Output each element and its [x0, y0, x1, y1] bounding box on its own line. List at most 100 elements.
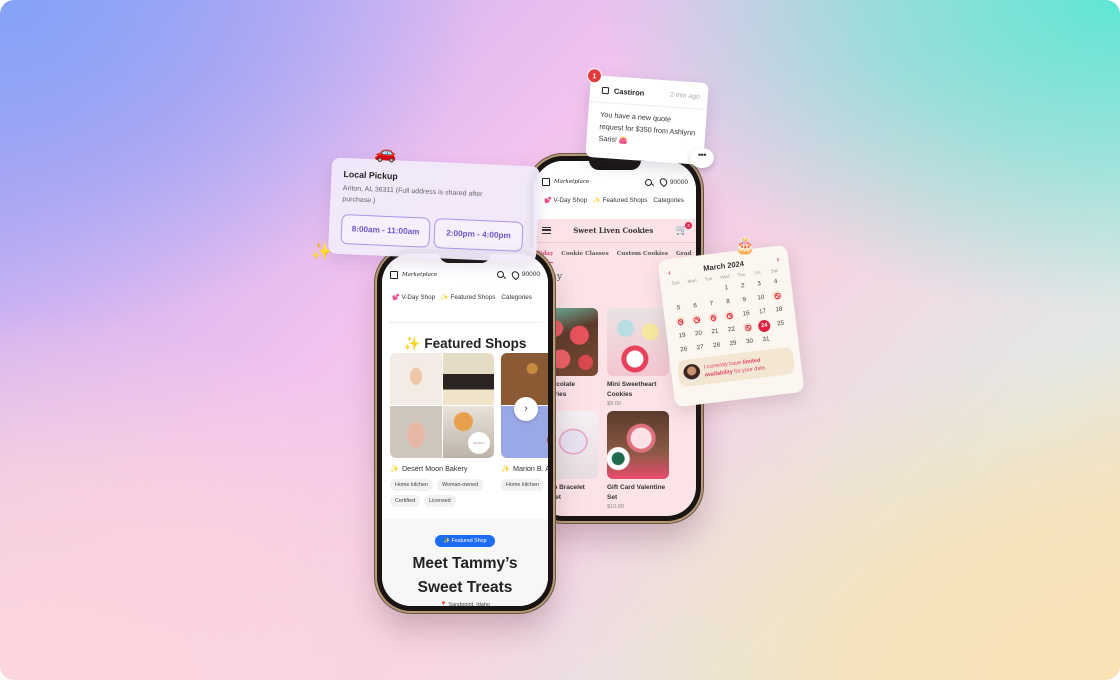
calendar-day[interactable]: 28 — [708, 339, 726, 352]
weekday-label: Sun — [671, 279, 680, 286]
shop-title: Sweet Liven Cookies — [573, 226, 654, 235]
quote-notification[interactable]: 1 Castiron 2 min ago You have a new quot… — [585, 67, 709, 166]
calendar-day[interactable]: 27 — [691, 341, 709, 354]
calendar-day[interactable]: 25 — [772, 317, 790, 330]
typing-dots-icon: ••• — [690, 148, 714, 168]
product-card[interactable]: Gift Card Valentine Set $10.00 — [607, 411, 669, 510]
calendar-day[interactable]: 3 — [750, 277, 768, 290]
zip-code[interactable]: 90000 — [670, 179, 688, 186]
shop-card[interactable]: ✨Marion B. A Home kitchen Licensed — [501, 353, 548, 507]
tab-cookie-classes[interactable]: Cookie Classes — [561, 251, 608, 257]
marketplace-header: Marketplace 90000 💕 V-Day Shop ✨ Featured … — [382, 254, 548, 314]
weekday-label: Thu — [737, 271, 746, 278]
shop-carousel: DESERT MOON ✨Desert Moon Bakery Home kit… — [390, 353, 548, 507]
calendar-day[interactable]: 22 — [723, 323, 741, 336]
product-card[interactable]: Mini Sweetheart Cookies $8.00 — [607, 308, 669, 407]
search-icon[interactable] — [644, 178, 652, 186]
calendar-day-unavailable — [768, 289, 786, 302]
sparkles-icon: ✨ — [390, 464, 399, 473]
calendar-day[interactable]: 8 — [719, 295, 737, 308]
calendar-day-unavailable — [721, 309, 739, 322]
marketplace-logo[interactable]: Marketplace — [554, 179, 589, 185]
notification-time: 2 min ago — [669, 91, 700, 101]
location-pin-icon[interactable] — [510, 269, 521, 280]
calendar-day[interactable]: 16 — [737, 307, 755, 320]
shop-tags: Home kitchen Woman-owned Certified Licen… — [390, 479, 494, 507]
nav-featured-shops[interactable]: ✨ Featured Shops — [441, 294, 495, 301]
location-pin-icon: 📍 — [440, 602, 447, 606]
shop-location: 📍 Sandpoint, Idaho — [440, 602, 490, 606]
shop-name[interactable]: ✨ Desert Moon Bakery — [390, 464, 494, 473]
calendar-day[interactable]: 2 — [734, 279, 752, 292]
calendar-day-unavailable — [704, 311, 722, 324]
shop-image-collage[interactable]: DESERT MOON — [390, 353, 494, 458]
tab-custom-cookies[interactable]: Custom Cookies — [617, 251, 668, 257]
hearts-icon: 💕 — [544, 198, 552, 204]
time-slot-button[interactable]: 2:00pm - 4:00pm — [433, 218, 524, 252]
search-icon[interactable] — [496, 271, 504, 278]
carousel-next-button[interactable]: › — [514, 397, 538, 421]
sparkles-icon: ✨ — [441, 295, 449, 301]
calendar-day-selected[interactable]: 24 — [755, 318, 773, 333]
calendar-day[interactable]: 29 — [724, 337, 742, 350]
marketplace-logo-icon — [542, 178, 550, 186]
weekday-label: Wed — [719, 273, 730, 280]
shop-card[interactable]: DESERT MOON ✨Desert Moon Bakery Home kit… — [390, 353, 494, 507]
calendar-day[interactable]: 5 — [670, 301, 688, 314]
location-pin-icon[interactable] — [658, 176, 669, 188]
calendar-blank — [668, 287, 686, 300]
notification-message: You have a new quote request for $350 fr… — [598, 109, 696, 145]
product-name: Gift Card Valentine Set — [607, 484, 666, 501]
sparkles-icon: ✨ — [593, 198, 601, 204]
shop-name[interactable]: ✨ Marion B. A — [501, 464, 548, 473]
shop-tag: Licensed — [424, 495, 456, 507]
prev-month-button[interactable]: ‹ — [667, 268, 671, 277]
calendar-blank — [685, 285, 703, 298]
pickup-time-slots: 8:00am - 11:00am 2:00pm - 4:00pm — [340, 213, 525, 252]
calendar-day[interactable]: 9 — [736, 293, 754, 306]
calendar-day-unavailable — [671, 315, 689, 328]
nav-vday-shop[interactable]: 💕 V-Day Shop — [392, 294, 435, 301]
notification-app-name: Castiron — [613, 86, 645, 98]
time-slot-button[interactable]: 8:00am - 11:00am — [340, 213, 431, 248]
weekday-label: Fri — [754, 270, 761, 276]
calendar-day[interactable]: 26 — [675, 343, 693, 356]
nav-categories[interactable]: Categories — [653, 197, 683, 204]
next-month-button[interactable]: › — [776, 255, 780, 264]
shop-logo-badge: DESERT MOON — [468, 432, 490, 454]
phone-screen: Marketplace 90000 💕 V-Day Shop ✨ Featured … — [382, 254, 548, 606]
avatar — [682, 363, 702, 383]
calendar-day[interactable]: 20 — [690, 327, 708, 340]
calendar-day[interactable]: 4 — [767, 275, 785, 288]
product-image[interactable] — [607, 411, 669, 479]
cart-button[interactable]: 🛒 2 — [676, 222, 692, 236]
featured-shops-title: ✨ Featured Shops — [403, 336, 527, 351]
calendar-day[interactable]: 17 — [754, 305, 772, 318]
calendar-day[interactable]: 19 — [673, 329, 691, 342]
calendar-day[interactable]: 7 — [703, 297, 721, 310]
shop-tag: Certified — [390, 495, 421, 507]
sparkles-icon: ✨ — [311, 242, 333, 261]
nav-categories[interactable]: Categories — [501, 294, 531, 301]
menu-icon[interactable] — [542, 227, 551, 234]
calendar-day[interactable]: 21 — [706, 325, 724, 338]
phone-featured-shops: Marketplace 90000 💕 V-Day Shop ✨ Featured … — [377, 249, 553, 611]
calendar-day[interactable]: 31 — [757, 333, 775, 346]
pickup-address: Ariton, AL 36311 (Full address is shared… — [342, 185, 483, 205]
calendar-day[interactable]: 18 — [770, 303, 788, 316]
product-image[interactable] — [607, 308, 669, 376]
nav-vday-shop[interactable]: 💕 V-Day Shop — [544, 197, 587, 204]
shop-header: Sweet Liven Cookies 🛒 2 — [534, 219, 696, 243]
calendar-day[interactable]: 6 — [686, 299, 704, 312]
nav-featured-shops[interactable]: ✨ Featured Shops — [593, 197, 647, 204]
calendar-day[interactable]: 1 — [717, 281, 735, 294]
hearts-icon: 💕 — [392, 295, 400, 301]
calendar-day[interactable]: 10 — [752, 291, 770, 304]
shop-tag: Woman-owned — [436, 479, 484, 491]
marketplace-logo[interactable]: Marketplace — [402, 272, 437, 278]
calendar-day-unavailable — [688, 313, 706, 326]
weekday-label: Mon — [687, 277, 697, 284]
zip-code[interactable]: 90000 — [522, 271, 540, 278]
calendar-day[interactable]: 30 — [741, 335, 759, 348]
weekday-label: Sat — [770, 267, 779, 274]
